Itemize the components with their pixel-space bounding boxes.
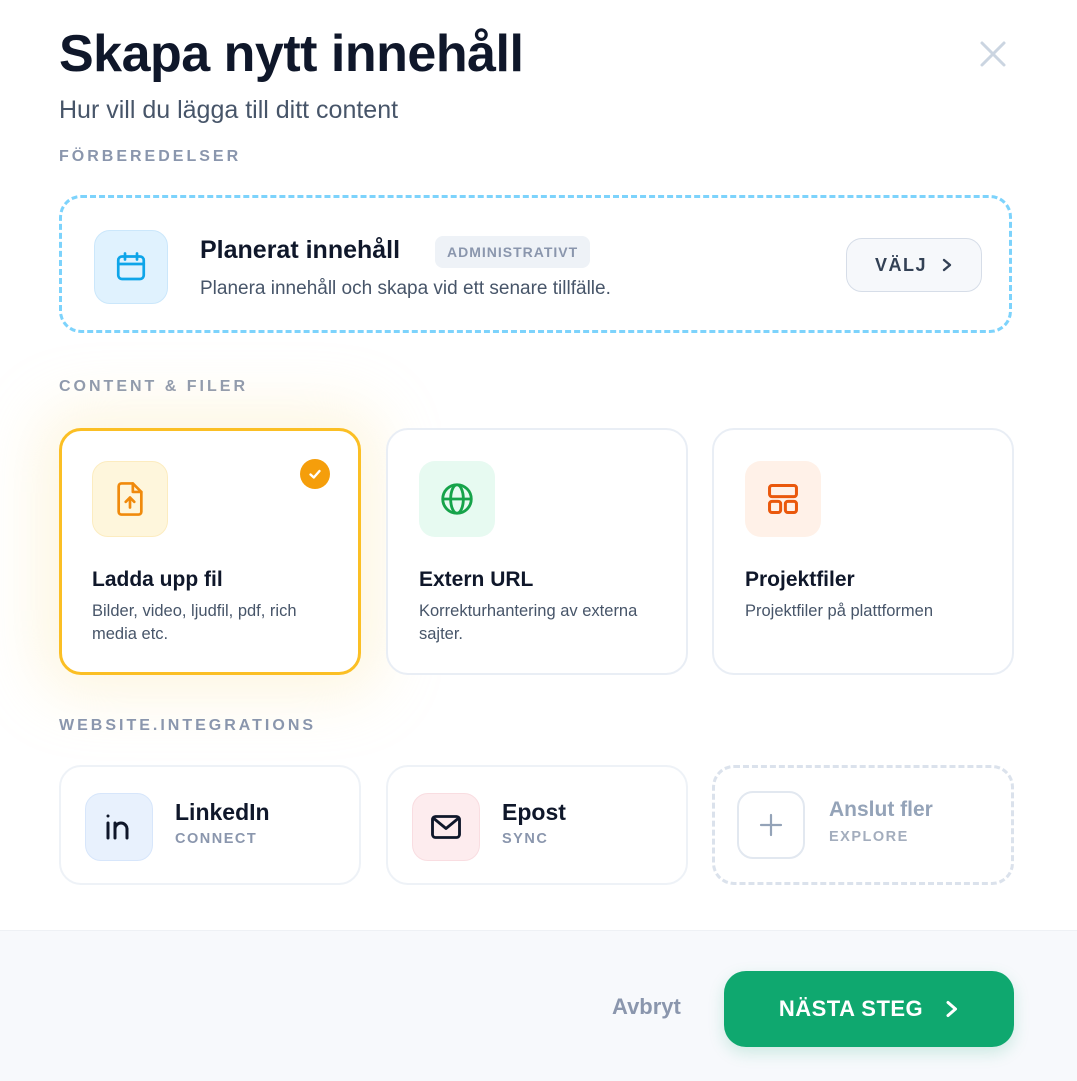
upload-file-title: Ladda upp fil xyxy=(92,568,223,591)
project-files-icon-tile xyxy=(745,461,821,537)
plus-icon-tile xyxy=(737,791,805,859)
linkedin-icon-tile xyxy=(85,793,153,861)
close-icon xyxy=(980,41,1006,67)
modal-footer: Avbryt NÄSTA STEG xyxy=(0,930,1077,1081)
connect-more-card[interactable]: Anslut fler EXPLORE xyxy=(712,765,1014,885)
modal-subtitle: Hur vill du lägga till ditt content xyxy=(59,96,399,124)
project-files-card[interactable]: Projektfiler Projektfiler på plattformen xyxy=(712,428,1014,675)
external-url-description: Korrekturhantering av externa sajter. xyxy=(419,602,638,643)
next-step-label: NÄSTA STEG xyxy=(778,996,924,1021)
linkedin-name: LinkedIn xyxy=(175,799,270,825)
project-files-description: Projektfiler på plattformen xyxy=(745,602,934,620)
planned-title: Planerat innehåll xyxy=(200,236,401,264)
create-content-modal: Skapa nytt innehåll Hur vill du lägga ti… xyxy=(0,0,1077,1081)
calendar-icon xyxy=(116,252,146,281)
mail-icon-tile xyxy=(412,793,480,861)
next-step-button[interactable]: NÄSTA STEG xyxy=(724,971,1014,1047)
upload-file-card[interactable]: Ladda upp fil Bilder, video, ljudfil, pd… xyxy=(59,428,361,675)
linkedin-icon xyxy=(106,814,129,840)
linkedin-integration-card[interactable]: LinkedIn CONNECT xyxy=(59,765,361,885)
upload-icon-tile xyxy=(92,461,168,537)
linkedin-subtitle: CONNECT xyxy=(175,831,258,847)
globe-icon xyxy=(441,483,473,515)
file-upload-icon xyxy=(117,482,143,516)
email-integration-card[interactable]: Epost SYNC xyxy=(386,765,688,885)
layout-grid-icon xyxy=(768,484,798,514)
select-button-label: VÄLJ xyxy=(874,254,927,275)
check-icon xyxy=(309,469,321,479)
select-planned-button[interactable]: VÄLJ xyxy=(846,238,982,292)
external-url-title: Extern URL xyxy=(419,568,534,591)
section-label-integrations: WEBSITE.INTEGRATIONS xyxy=(59,717,317,734)
project-files-title: Projektfiler xyxy=(745,568,855,591)
mail-icon xyxy=(431,815,461,839)
chevron-right-icon xyxy=(942,258,952,272)
selected-check-badge xyxy=(300,459,330,489)
cancel-button[interactable]: Avbryt xyxy=(612,994,681,1020)
globe-icon-tile xyxy=(419,461,495,537)
plus-icon xyxy=(759,813,783,837)
chevron-right-icon xyxy=(946,1001,958,1017)
connect-more-subtitle: EXPLORE xyxy=(829,829,909,845)
email-subtitle: SYNC xyxy=(502,831,549,847)
upload-file-description: Bilder, video, ljudfil, pdf, rich media … xyxy=(92,602,297,643)
administrative-badge: ADMINISTRATIVT xyxy=(435,236,591,268)
planned-content-card[interactable]: Planerat innehåll ADMINISTRATIVT Planera… xyxy=(59,195,1012,333)
modal-title: Skapa nytt innehåll xyxy=(59,25,524,83)
planned-icon-tile xyxy=(94,230,168,304)
section-label-content-files: CONTENT & FILER xyxy=(59,378,248,395)
planned-description: Planera innehåll och skapa vid ett senar… xyxy=(200,278,611,299)
external-url-card[interactable]: Extern URL Korrekturhantering av externa… xyxy=(386,428,688,675)
email-name: Epost xyxy=(502,799,566,825)
section-label-preparations: FÖRBEREDELSER xyxy=(59,148,242,165)
connect-more-name: Anslut fler xyxy=(829,798,933,821)
close-button[interactable] xyxy=(975,36,1011,72)
